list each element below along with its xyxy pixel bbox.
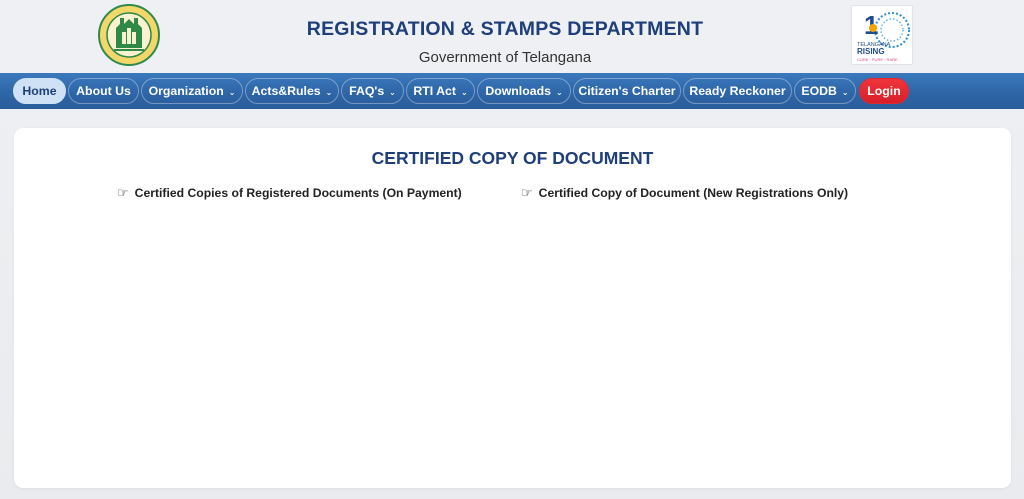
chevron-down-icon: ⌄ bbox=[841, 87, 849, 97]
nav-organization[interactable]: Organization ⌄ bbox=[141, 78, 243, 104]
nav-acts-rules[interactable]: Acts&Rules ⌄ bbox=[245, 78, 339, 104]
nav-eodb[interactable]: EODB ⌄ bbox=[794, 78, 856, 104]
rising-logo-graphic: 1 TELANGANA RISING CURE · PURE · RARE bbox=[857, 10, 910, 62]
nav-downloads-label: Downloads bbox=[485, 84, 551, 98]
rising-logo-line2: RISING bbox=[857, 47, 885, 56]
content-card: CERTIFIED COPY OF DOCUMENT ☞ Certified C… bbox=[14, 128, 1011, 488]
nav-faqs[interactable]: FAQ's ⌄ bbox=[341, 78, 404, 104]
nav-rti-act[interactable]: RTI Act ⌄ bbox=[406, 78, 475, 104]
nav-rti-act-label: RTI Act bbox=[413, 84, 456, 98]
pointing-hand-icon: ☞ bbox=[521, 185, 533, 200]
nav-home-label: Home bbox=[22, 84, 57, 98]
nav-about-us[interactable]: About Us bbox=[68, 78, 139, 104]
pointing-hand-icon: ☞ bbox=[117, 185, 129, 200]
nav-organization-label: Organization bbox=[148, 84, 224, 98]
nav-citizens-charter[interactable]: Citizen's Charter bbox=[573, 78, 681, 104]
link-label: Certified Copy of Document (New Registra… bbox=[538, 186, 849, 200]
link-label: Certified Copies of Registered Documents… bbox=[134, 186, 462, 200]
site-header: REGISTRATION & STAMPS DEPARTMENT Governm… bbox=[0, 0, 1024, 73]
nav-citizens-charter-label: Citizen's Charter bbox=[578, 84, 676, 98]
login-button[interactable]: Login bbox=[859, 78, 909, 104]
nav-downloads[interactable]: Downloads ⌄ bbox=[477, 78, 571, 104]
link-certified-copies-on-payment[interactable]: ☞ Certified Copies of Registered Documen… bbox=[117, 185, 462, 201]
nav-acts-rules-label: Acts&Rules bbox=[251, 84, 321, 98]
chevron-down-icon: ⌄ bbox=[228, 87, 236, 97]
nav-ready-reckoner[interactable]: Ready Reckoner bbox=[683, 78, 792, 104]
chevron-down-icon: ⌄ bbox=[389, 87, 396, 97]
main-navbar: Home About Us Organization ⌄ Acts&Rules … bbox=[0, 73, 1024, 109]
chevron-down-icon: ⌄ bbox=[325, 87, 333, 97]
telangana-rising-logo[interactable]: 1 TELANGANA RISING CURE · PURE · RARE bbox=[851, 5, 913, 65]
nav-home[interactable]: Home bbox=[13, 78, 66, 104]
chevron-down-icon: ⌄ bbox=[460, 87, 468, 97]
nav-about-us-label: About Us bbox=[76, 84, 131, 98]
nav-faqs-label: FAQ's bbox=[349, 84, 385, 98]
rising-logo-tagline: CURE · PURE · RARE bbox=[857, 57, 898, 62]
link-certified-copy-new-registrations[interactable]: ☞ Certified Copy of Document (New Regist… bbox=[521, 185, 848, 201]
login-button-label: Login bbox=[867, 84, 901, 98]
page-title: CERTIFIED COPY OF DOCUMENT bbox=[371, 148, 654, 168]
chevron-down-icon: ⌄ bbox=[555, 87, 563, 97]
nav-ready-reckoner-label: Ready Reckoner bbox=[689, 84, 786, 98]
nav-eodb-label: EODB bbox=[801, 84, 837, 98]
